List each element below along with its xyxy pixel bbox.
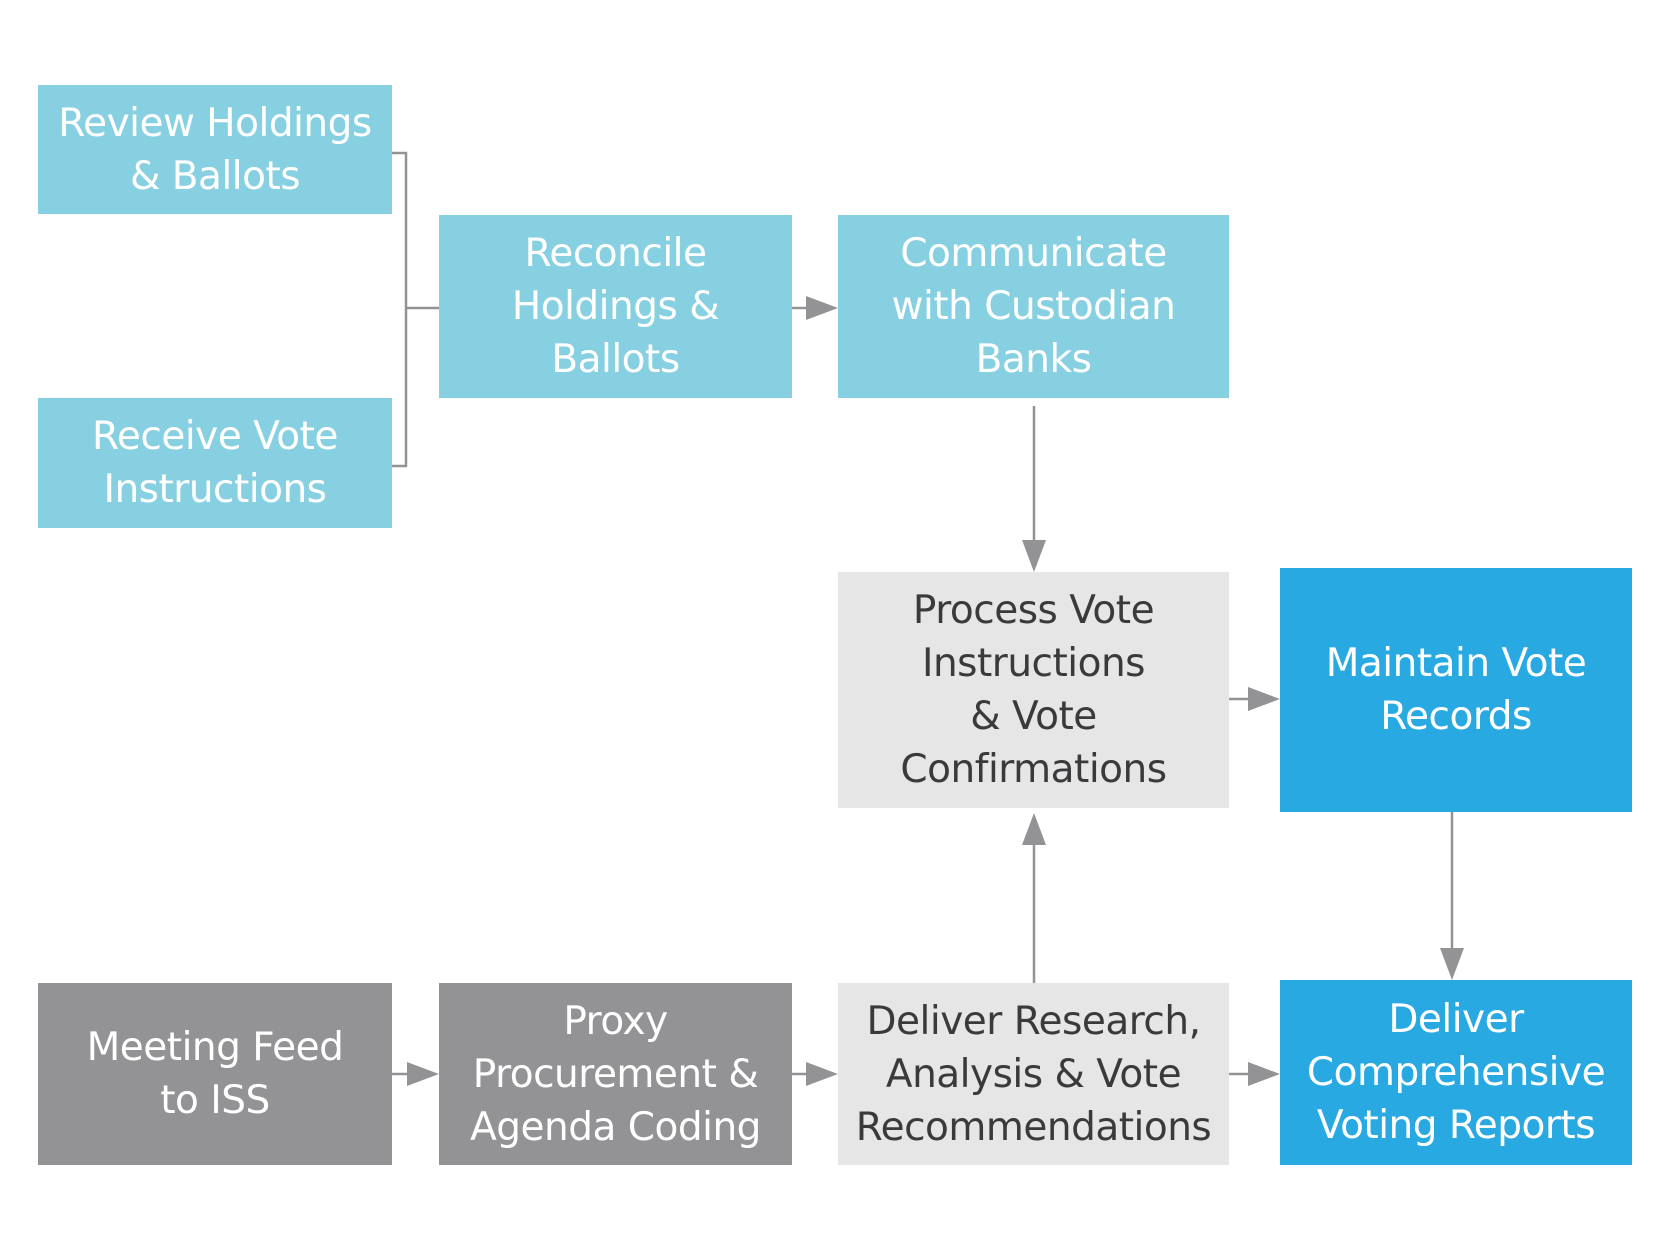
node-receive-vote-instructions: Receive Vote Instructions [38, 398, 392, 528]
node-maintain-vote-records: Maintain Vote Records [1280, 568, 1632, 812]
node-meeting-feed: Meeting Feed to ISS [38, 983, 392, 1165]
arrow-process-to-maintain [1229, 687, 1280, 711]
arrow-research-to-reports [1229, 1062, 1280, 1086]
arrow-research-to-process [1022, 813, 1046, 983]
node-deliver-voting-reports: Deliver Comprehensive Voting Reports [1280, 980, 1632, 1165]
node-process-vote-instructions: Process Vote Instructions & Vote Confirm… [838, 572, 1229, 808]
node-communicate-custodian: Communicate with Custodian Banks [838, 215, 1229, 398]
arrow-proxy-to-research [792, 1062, 838, 1086]
arrow-meeting-to-proxy [392, 1062, 439, 1086]
node-review-holdings: Review Holdings & Ballots [38, 85, 392, 214]
node-reconcile-holdings: Reconcile Holdings & Ballots [439, 215, 792, 398]
node-deliver-research: Deliver Research, Analysis & Vote Recomm… [838, 983, 1229, 1165]
bracket-connector [392, 151, 439, 468]
arrow-reconcile-to-communicate [792, 296, 838, 320]
node-proxy-procurement: Proxy Procurement & Agenda Coding [439, 983, 792, 1165]
arrow-communicate-to-process [1022, 406, 1046, 572]
arrow-maintain-to-reports [1440, 812, 1464, 980]
